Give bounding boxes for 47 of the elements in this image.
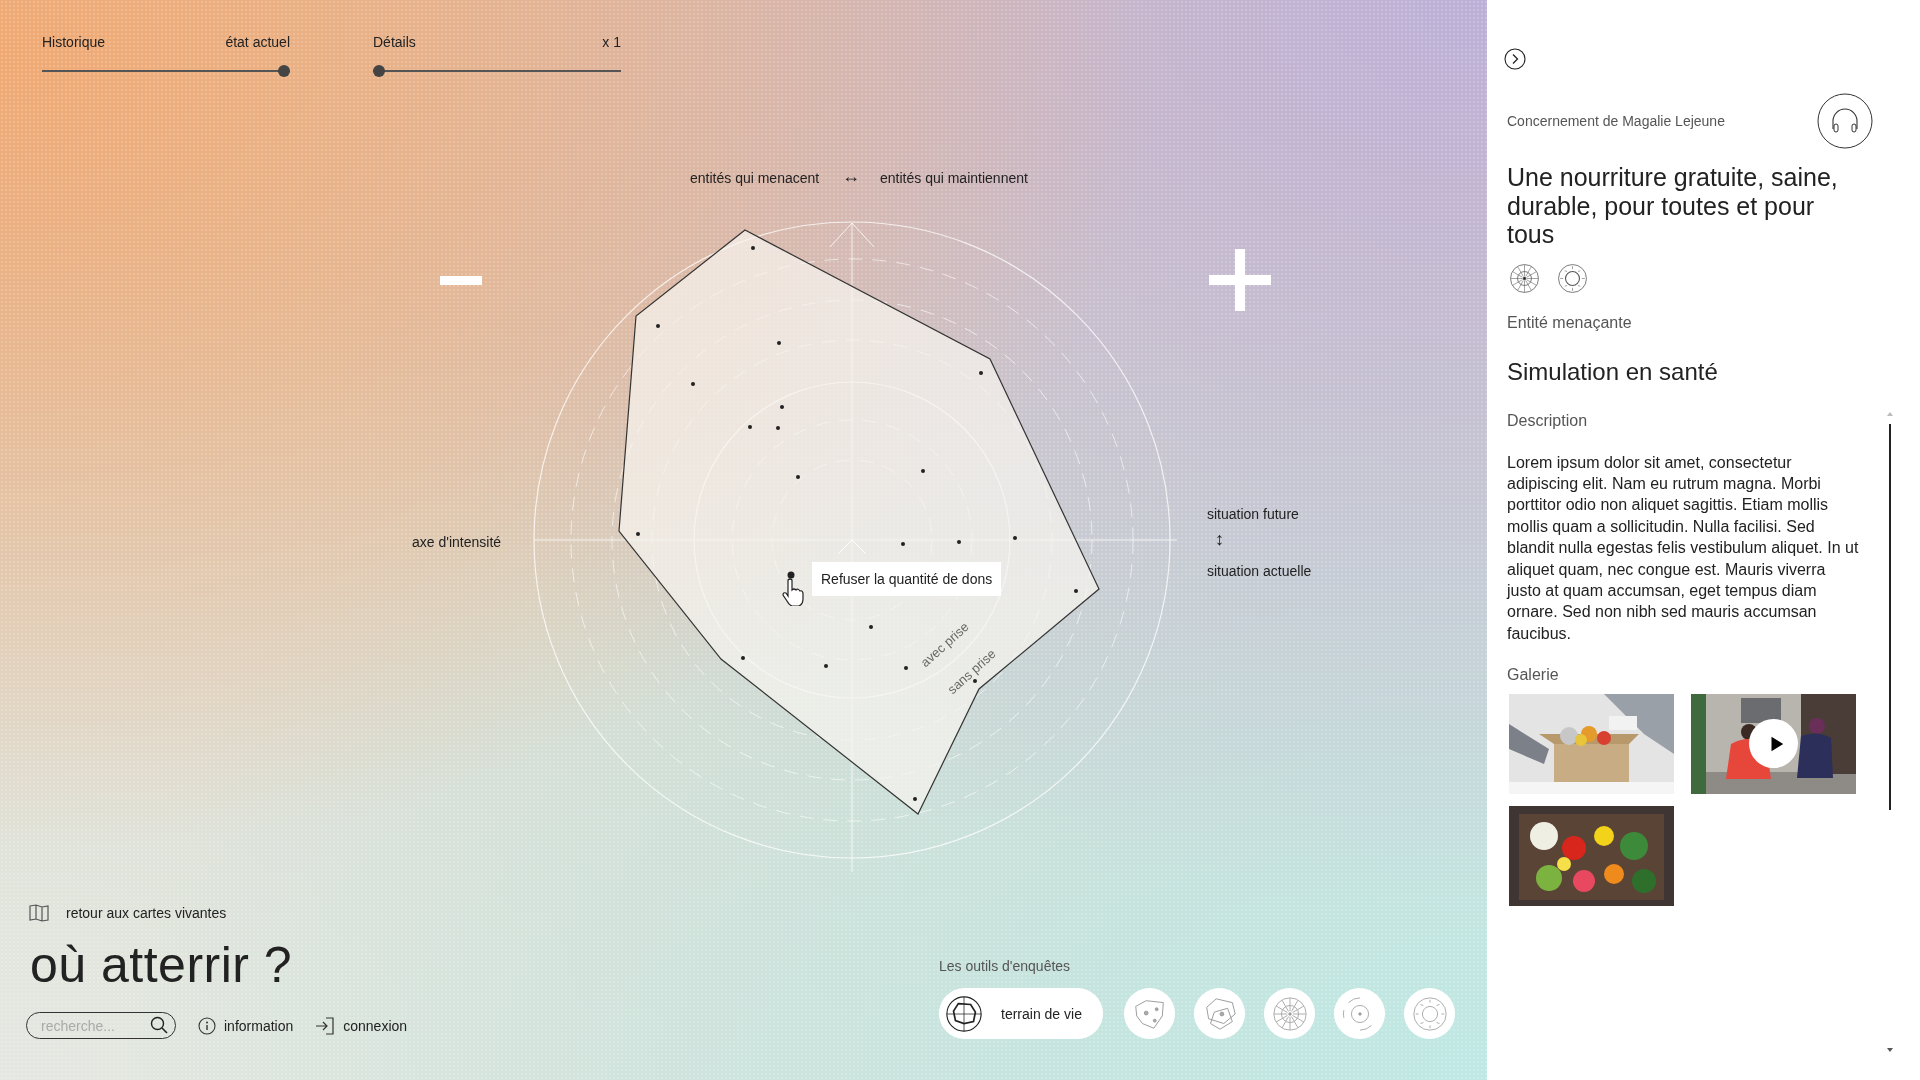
center-chevron bbox=[837, 539, 867, 555]
slider-track[interactable] bbox=[42, 65, 290, 77]
slider-thumb[interactable] bbox=[373, 65, 385, 77]
axis-label: entités qui menacent bbox=[690, 170, 820, 186]
wheel-icon bbox=[1270, 994, 1309, 1033]
toolbar-link[interactable]: information bbox=[198, 1016, 294, 1035]
vertical-arrow: ↕ bbox=[1215, 529, 1224, 550]
toolbar-link[interactable]: connexion bbox=[315, 1016, 408, 1035]
entity-point[interactable] bbox=[787, 571, 795, 579]
concern-owner: Concernement de Magalie Lejeune bbox=[1507, 113, 1725, 129]
search-icon[interactable] bbox=[150, 1016, 168, 1034]
scrollbar[interactable] bbox=[1886, 411, 1894, 1052]
ring-icon bbox=[1410, 994, 1449, 1033]
ring-icon[interactable] bbox=[1557, 262, 1588, 294]
headphones-icon[interactable] bbox=[1817, 93, 1873, 149]
tool-pill-button[interactable]: terrain de vie bbox=[939, 988, 1103, 1039]
plus-icon bbox=[1209, 249, 1271, 311]
axis-label: situation actuelle bbox=[1207, 563, 1312, 579]
axis-label: situation future bbox=[1207, 506, 1299, 522]
slider-reading: état actuel bbox=[225, 34, 290, 50]
minus-icon bbox=[440, 276, 482, 285]
radar-icon bbox=[945, 994, 983, 1033]
entity-type: Entité menaçante bbox=[1507, 313, 1633, 332]
slider-track[interactable] bbox=[373, 65, 621, 77]
search-field[interactable]: recherche... bbox=[26, 1012, 176, 1039]
double-arrow: ↔ bbox=[842, 166, 860, 187]
login-icon bbox=[315, 1016, 336, 1035]
entity-name: Simulation en santé bbox=[1507, 357, 1719, 386]
slider-label: Détails bbox=[373, 34, 416, 50]
tools-heading: Les outils d'enquêtes bbox=[939, 958, 1072, 974]
slider-label: Historique bbox=[42, 34, 106, 50]
info-icon bbox=[198, 1016, 216, 1035]
slider-reading: x 1 bbox=[602, 34, 621, 50]
tooltip: Refuser la quantité de dons bbox=[812, 562, 1002, 596]
app-title: où atterrir ? bbox=[30, 936, 294, 994]
section-heading: Description bbox=[1507, 411, 1589, 430]
axis-label: axe d'intensité bbox=[412, 534, 502, 550]
section-heading: Galerie bbox=[1507, 666, 1560, 685]
map-icon bbox=[29, 904, 49, 922]
back-link[interactable]: retour aux cartes vivantes bbox=[29, 904, 408, 922]
description-text: Lorem ipsum dolor sit amet, consectetur adipiscing elit. Nam eu rutrum magna. Morbi porttitor odio non aliquet sagittis. Etiam mollis mollis quam a sollicitudin. Nulla facilisi. Sed blandit nulla egestas felis vestibulum aliquet. In ut aliquet quam, nec congue est. Mauris viverra justo at quam accumsan, eget tempus diam ornare. Sed non nibh sed mauris accumsan faucibus. bbox=[1507, 452, 1859, 644]
hand-cursor-icon bbox=[782, 578, 804, 606]
wheel-icon[interactable] bbox=[1509, 262, 1540, 294]
collapse-panel-icon[interactable] bbox=[1504, 48, 1526, 70]
concern-title: Une nourriture gratuite, saine, durable, pour toutes et pour tous bbox=[1507, 163, 1839, 249]
slider-thumb[interactable] bbox=[278, 65, 290, 77]
axis-label: entités qui maintiennent bbox=[880, 170, 1028, 186]
